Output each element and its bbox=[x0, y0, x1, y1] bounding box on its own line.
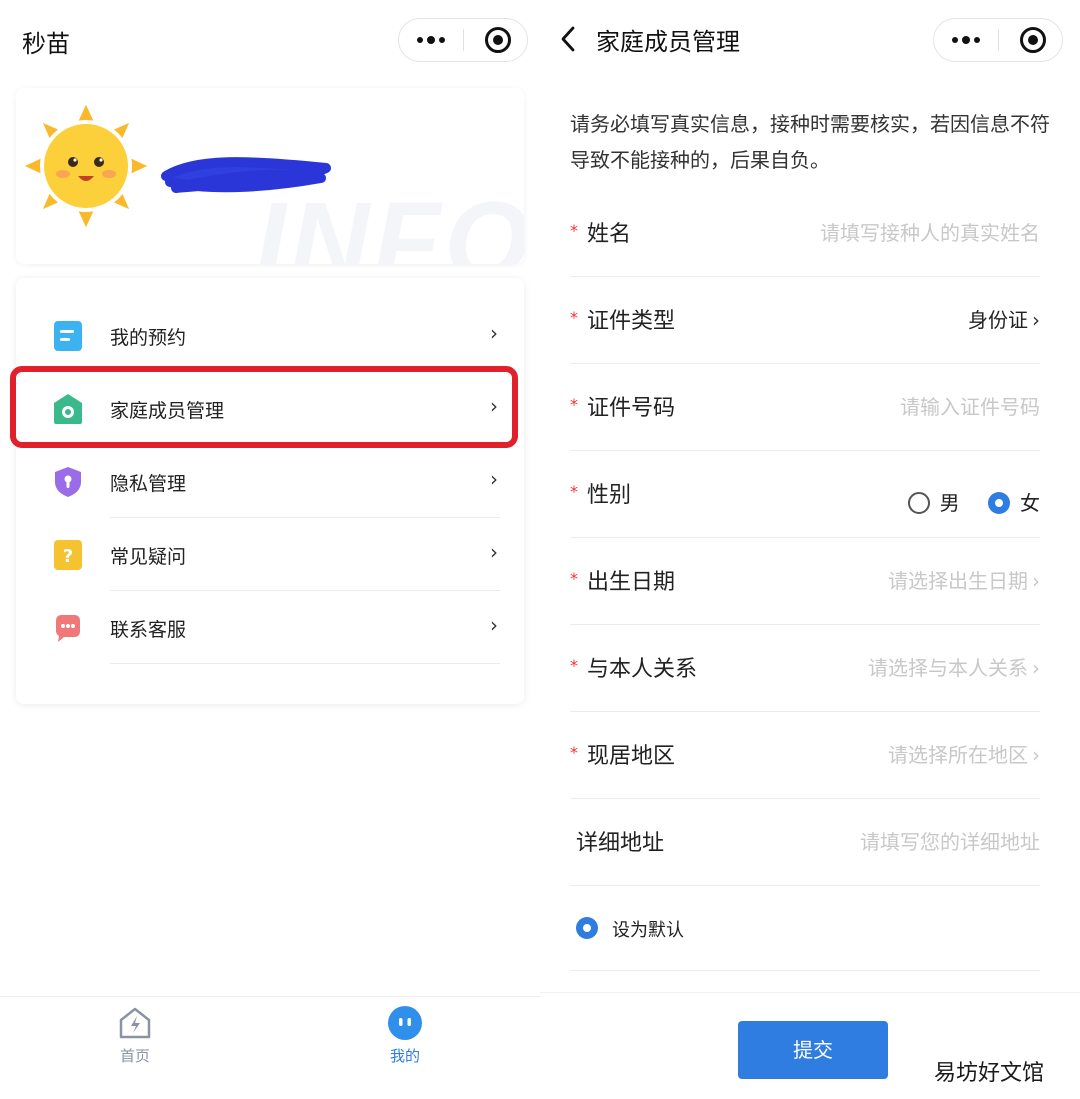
field-region[interactable]: * 现居地区 请选择所在地区 › bbox=[570, 712, 1040, 799]
field-birth-date[interactable]: * 出生日期 请选择出生日期 › bbox=[570, 538, 1040, 625]
sun-avatar-icon bbox=[18, 98, 154, 234]
gender-label: 男 bbox=[939, 491, 960, 515]
app-title: 秒苗 bbox=[22, 30, 70, 58]
home-icon bbox=[119, 1007, 151, 1039]
set-default-label: 设为默认 bbox=[612, 920, 684, 941]
chevron-right-icon: › bbox=[1032, 743, 1040, 767]
svg-text:?: ? bbox=[63, 546, 73, 567]
field-label: 现居地区 bbox=[587, 744, 676, 769]
notice-text: 请务必填写真实信息，接种时需要核实，若因信息不符导致不能接种的，后果自负。 bbox=[570, 112, 1050, 172]
more-menu-icon[interactable] bbox=[934, 19, 998, 61]
address-input[interactable]: 请填写您的详细地址 bbox=[860, 826, 1040, 855]
id-type-value: 身份证 bbox=[968, 308, 1028, 332]
tab-label: 我的 bbox=[389, 1047, 420, 1065]
gender-option-female[interactable]: 女 bbox=[988, 487, 1040, 516]
name-input[interactable]: 请填写接种人的真实姓名 bbox=[820, 217, 1040, 246]
miniprogram-capsule bbox=[398, 18, 528, 62]
tab-label: 首页 bbox=[119, 1047, 150, 1065]
chevron-right-icon: › bbox=[490, 321, 498, 345]
submit-button[interactable]: 提交 bbox=[738, 1021, 888, 1079]
capsule-divider bbox=[463, 29, 464, 51]
faq-icon: ? bbox=[54, 540, 82, 570]
more-menu-icon[interactable] bbox=[399, 19, 463, 61]
miniprogram-capsule bbox=[933, 18, 1063, 62]
field-label: 性别 bbox=[587, 483, 632, 508]
chevron-right-icon: › bbox=[1032, 569, 1040, 593]
submit-bar: 提交 易坊好文馆 bbox=[540, 992, 1080, 1099]
radio-checked-icon[interactable] bbox=[576, 917, 598, 939]
profile-card[interactable]: INFO bbox=[16, 88, 524, 264]
gender-option-male[interactable]: 男 bbox=[907, 487, 960, 516]
my-page-panel: 秒苗 INFO 我的预约 › 家庭成员管理 › 隐私管理 › ? 常见疑问 › … bbox=[0, 0, 540, 1099]
field-label: 出生日期 bbox=[587, 570, 676, 595]
menu-item-customer-service[interactable]: 联系客服 › bbox=[16, 591, 524, 664]
page-title: 家庭成员管理 bbox=[596, 28, 740, 56]
chevron-right-icon: › bbox=[1032, 308, 1040, 332]
field-label: 详细地址 bbox=[576, 831, 665, 856]
tab-mine[interactable]: 我的 bbox=[345, 1005, 465, 1069]
highlight-annotation-box bbox=[10, 366, 518, 448]
radio-checked-icon bbox=[988, 492, 1010, 514]
field-gender: * 性别 男 女 bbox=[570, 451, 1040, 538]
chevron-right-icon: › bbox=[490, 467, 498, 491]
region-placeholder: 请选择所在地区 bbox=[888, 743, 1028, 767]
menu-card: 我的预约 › 家庭成员管理 › 隐私管理 › ? 常见疑问 › 联系客服 › bbox=[16, 278, 524, 704]
field-label: 证件号码 bbox=[587, 396, 676, 421]
chevron-right-icon: › bbox=[1032, 656, 1040, 680]
privacy-shield-icon bbox=[55, 467, 81, 497]
chevron-right-icon: › bbox=[490, 613, 498, 637]
field-id-type[interactable]: * 证件类型 身份证 › bbox=[570, 277, 1040, 364]
mine-icon bbox=[388, 1006, 422, 1040]
family-member-form-panel: 家庭成员管理 请务必填写真实信息，接种时需要核实，若因信息不符导致不能接种的，后… bbox=[540, 0, 1080, 1099]
gender-options: 男 女 bbox=[886, 487, 1040, 516]
menu-divider bbox=[110, 663, 500, 664]
field-label: 与本人关系 bbox=[587, 657, 698, 682]
appointment-icon bbox=[54, 321, 82, 351]
required-mark: * bbox=[570, 656, 578, 675]
required-mark: * bbox=[570, 395, 578, 414]
relationship-placeholder: 请选择与本人关系 bbox=[868, 656, 1028, 680]
birth-date-placeholder: 请选择出生日期 bbox=[888, 569, 1028, 593]
chevron-right-icon: › bbox=[490, 540, 498, 564]
menu-item-appointments[interactable]: 我的预约 › bbox=[16, 299, 524, 372]
required-mark: * bbox=[570, 743, 578, 762]
radio-unchecked-icon bbox=[907, 492, 930, 514]
field-relationship[interactable]: * 与本人关系 请选择与本人关系 › bbox=[570, 625, 1040, 712]
gender-label: 女 bbox=[1020, 491, 1040, 515]
redacted-username bbox=[161, 157, 331, 193]
menu-item-label: 常见疑问 bbox=[110, 546, 187, 568]
required-mark: * bbox=[570, 308, 578, 327]
required-mark: * bbox=[570, 221, 578, 240]
menu-item-faq[interactable]: ? 常见疑问 › bbox=[16, 518, 524, 591]
required-mark: * bbox=[570, 569, 578, 588]
menu-item-label: 我的预约 bbox=[110, 327, 187, 349]
field-label: 姓名 bbox=[587, 222, 632, 247]
capsule-divider bbox=[998, 29, 999, 51]
region-picker[interactable]: 请选择所在地区 › bbox=[888, 739, 1040, 768]
menu-item-label: 联系客服 bbox=[110, 619, 187, 641]
id-type-select[interactable]: 身份证 › bbox=[968, 304, 1040, 333]
menu-item-privacy[interactable]: 隐私管理 › bbox=[16, 445, 524, 518]
bottom-tab-bar: 首页 我的 bbox=[0, 996, 540, 1074]
field-label: 证件类型 bbox=[587, 309, 676, 334]
set-default-row[interactable]: 设为默认 bbox=[570, 884, 1040, 971]
tab-home[interactable]: 首页 bbox=[75, 1005, 195, 1069]
field-address[interactable]: 详细地址 请填写您的详细地址 bbox=[570, 799, 1040, 886]
close-miniprogram-icon[interactable] bbox=[1020, 27, 1046, 53]
relationship-picker[interactable]: 请选择与本人关系 › bbox=[868, 652, 1040, 681]
required-mark: * bbox=[570, 482, 578, 501]
site-watermark: 易坊好文馆 bbox=[934, 1061, 1045, 1086]
field-name[interactable]: * 姓名 请填写接种人的真实姓名 bbox=[570, 190, 1040, 277]
field-id-number[interactable]: * 证件号码 请输入证件号码 bbox=[570, 364, 1040, 451]
back-arrow-icon[interactable] bbox=[558, 24, 578, 54]
id-number-input[interactable]: 请输入证件号码 bbox=[900, 391, 1040, 420]
menu-item-label: 隐私管理 bbox=[110, 473, 187, 495]
birth-date-picker[interactable]: 请选择出生日期 › bbox=[888, 565, 1040, 594]
close-miniprogram-icon[interactable] bbox=[485, 27, 511, 53]
customer-service-icon bbox=[56, 615, 80, 642]
